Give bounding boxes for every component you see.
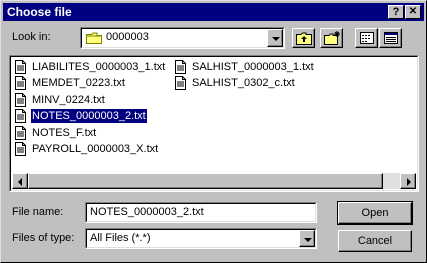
folder-up-icon [296, 32, 312, 45]
arrow-right-icon [407, 178, 411, 186]
close-button[interactable]: ✕ [405, 5, 421, 19]
horizontal-scrollbar[interactable] [12, 173, 416, 189]
file-name-value: NOTES_0000003_2.txt [90, 206, 204, 218]
new-folder-button[interactable] [320, 28, 343, 48]
files-of-type-select[interactable]: All Files (*.*) [85, 228, 317, 249]
file-name-input[interactable]: NOTES_0000003_2.txt [85, 202, 317, 223]
text-file-icon [175, 76, 186, 90]
text-file-icon [15, 109, 26, 123]
cancel-button-label: Cancel [357, 235, 393, 247]
text-file-icon [175, 60, 186, 74]
up-one-level-button[interactable] [292, 28, 315, 48]
look-in-value: 0000003 [106, 31, 149, 43]
file-name: MEMDET_0223.txt [32, 77, 125, 89]
list-view-button[interactable] [355, 28, 378, 48]
details-view-button[interactable] [379, 28, 402, 48]
help-button[interactable]: ? [388, 5, 404, 19]
look-in-dropdown-button[interactable] [267, 29, 283, 47]
scroll-right-button[interactable] [400, 173, 416, 189]
text-file-icon [15, 126, 26, 140]
list-view-icon [360, 32, 374, 44]
file-list[interactable]: LIABILITES_0000003_1.txt MEMDET_0223.txt… [9, 55, 419, 192]
choose-file-dialog: Choose file ? ✕ Look in: 0000003 LIABILI… [0, 0, 427, 263]
new-folder-icon [324, 31, 340, 45]
file-name: SALHIST_0000003_1.txt [192, 61, 314, 73]
details-view-icon [384, 32, 398, 44]
file-name: NOTES_F.txt [32, 127, 97, 139]
files-of-type-dropdown-button[interactable] [299, 230, 315, 247]
title-bar[interactable]: Choose file ? ✕ [3, 3, 424, 21]
chevron-down-icon [272, 37, 280, 41]
file-name: MINV_0224.txt [32, 94, 105, 106]
file-name: NOTES_0000003_2.txt [30, 108, 148, 124]
files-of-type-label: Files of type: [12, 232, 75, 244]
text-file-icon [15, 142, 26, 156]
file-name: PAYROLL_0000003_X.txt [32, 143, 159, 155]
look-in-label: Look in: [12, 31, 51, 43]
file-name: LIABILITES_0000003_1.txt [32, 61, 166, 73]
folder-icon [86, 32, 102, 44]
files-of-type-value: All Files (*.*) [90, 232, 151, 244]
scroll-left-button[interactable] [12, 173, 28, 189]
file-name: SALHIST_0302_c.txt [192, 77, 295, 89]
arrow-left-icon [18, 178, 22, 186]
open-button-label: Open [361, 207, 389, 219]
open-button[interactable]: Open [337, 201, 413, 225]
cancel-button[interactable]: Cancel [338, 230, 412, 252]
chevron-down-icon [304, 238, 312, 242]
look-in-combobox[interactable]: 0000003 [80, 27, 285, 49]
text-file-icon [15, 60, 26, 74]
file-name-label: File name: [12, 206, 64, 218]
dialog-title: Choose file [7, 5, 72, 19]
text-file-icon [15, 93, 26, 107]
scrollbar-thumb[interactable] [28, 173, 383, 189]
text-file-icon [15, 76, 26, 90]
